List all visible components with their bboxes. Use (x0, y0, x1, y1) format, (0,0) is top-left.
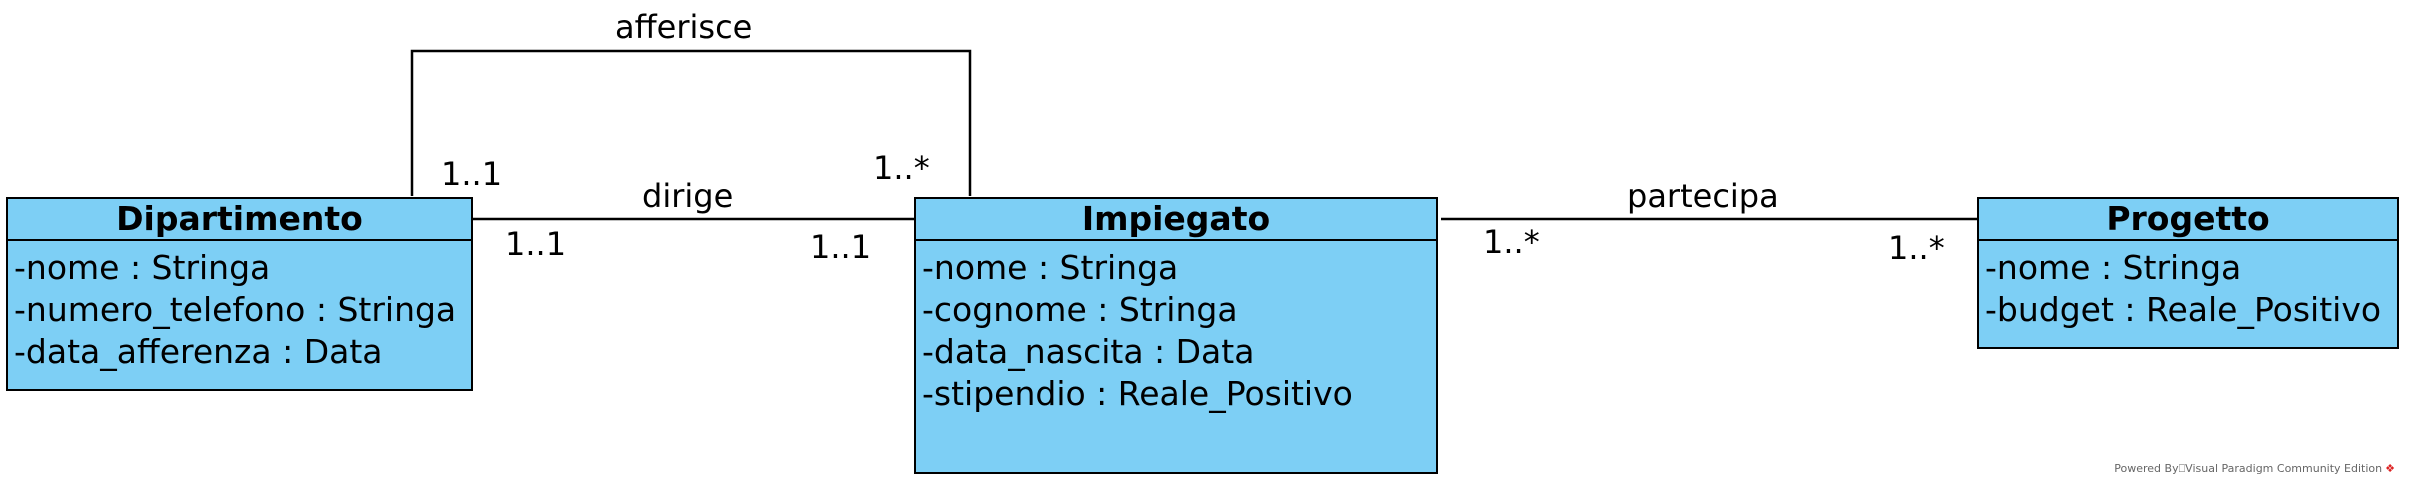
afferisce-multiplicity-impiegato: 1..* (873, 149, 930, 187)
class-dipartimento-attributes: -nome : Stringa -numero_telefono : Strin… (8, 241, 471, 373)
class-impiegato-attributes: -nome : Stringa -cognome : Stringa -data… (916, 241, 1436, 415)
powered-by-footer: Powered By⎕Visual Paradigm Community Edi… (2114, 462, 2395, 476)
dirige-multiplicity-dipartimento: 1..1 (505, 225, 567, 263)
attribute: -cognome : Stringa (922, 290, 1238, 329)
attribute: -nome : Stringa (1985, 248, 2242, 287)
attribute: -data_nascita : Data (922, 332, 1255, 371)
attribute: -data_afferenza : Data (14, 332, 383, 371)
class-dipartimento[interactable]: Dipartimento -nome : Stringa -numero_tel… (6, 197, 473, 391)
association-afferisce-label: afferisce (615, 8, 753, 46)
class-progetto-name: Progetto (1979, 199, 2397, 241)
partecipa-multiplicity-progetto: 1..* (1888, 229, 1945, 267)
attribute: -numero_telefono : Stringa (14, 290, 457, 329)
attribute: -nome : Stringa (14, 248, 271, 287)
dirige-multiplicity-impiegato: 1..1 (810, 228, 872, 266)
class-impiegato-name: Impiegato (916, 199, 1436, 241)
association-partecipa-label: partecipa (1627, 177, 1779, 215)
partecipa-multiplicity-impiegato: 1..* (1483, 223, 1540, 261)
class-progetto-attributes: -nome : Stringa -budget : Reale_Positivo (1979, 241, 2397, 331)
afferisce-multiplicity-dipartimento: 1..1 (441, 155, 503, 193)
attribute: -stipendio : Reale_Positivo (922, 374, 1353, 413)
class-progetto[interactable]: Progetto -nome : Stringa -budget : Reale… (1977, 197, 2399, 349)
class-impiegato[interactable]: Impiegato -nome : Stringa -cognome : Str… (914, 197, 1438, 474)
attribute: -budget : Reale_Positivo (1985, 290, 2382, 329)
footer-text: Powered By⎕Visual Paradigm Community Edi… (2114, 462, 2383, 475)
class-dipartimento-name: Dipartimento (8, 199, 471, 241)
attribute: -nome : Stringa (922, 248, 1179, 287)
association-dirige-label: dirige (642, 177, 734, 215)
visual-paradigm-logo-icon: ❖ (2385, 462, 2395, 475)
